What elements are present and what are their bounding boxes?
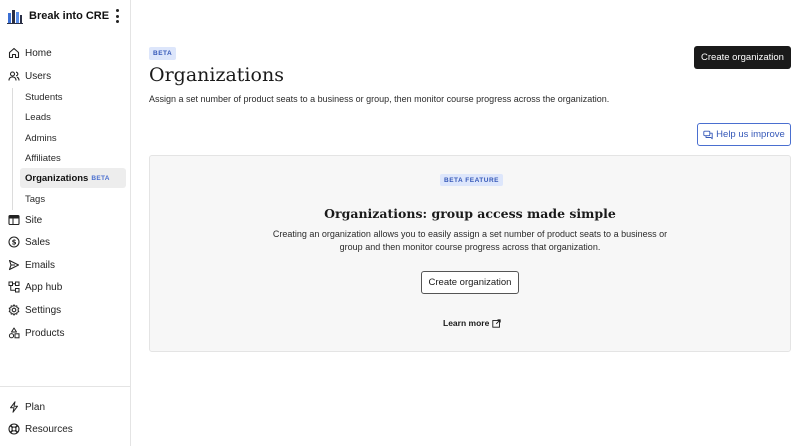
sidebar-subitem-label: Tags [25,193,46,205]
page-description: Assign a set number of product seats to … [149,94,610,104]
dollar-icon: $ [8,236,20,248]
shapes-icon [8,327,20,339]
sidebar-subitem-label: Leads [25,111,51,123]
learn-more-label: Learn more [443,318,490,328]
sidebar-subitem-affiliates[interactable]: Affiliates [20,148,126,168]
brand-name: Break into CRE [29,10,110,22]
help-us-improve-button[interactable]: Help us improve [697,123,791,146]
sidebar-subitem-students[interactable]: Students [20,87,126,107]
sidebar-subitem-label: Students [25,91,63,103]
send-icon [8,259,20,271]
building-logo-icon [7,8,23,24]
sidebar-item-label: Sales [25,236,51,248]
app-hub-icon [8,281,20,293]
sidebar-subitem-admins[interactable]: Admins [20,128,126,148]
sidebar: Break into CRE Home Users Students Leads… [0,0,131,446]
page-title: Organizations [149,64,284,86]
beta-mini-badge: BETA [91,174,110,182]
empty-state-description: Creating an organization allows you to e… [272,229,668,252]
sidebar-subitem-organizations[interactable]: Organizations BETA [20,168,126,188]
empty-state-create-organization-button[interactable]: Create organization [421,271,519,294]
users-icon [8,70,20,82]
sidebar-item-home[interactable]: Home [4,43,126,63]
sidebar-item-sales[interactable]: $ Sales [4,232,126,252]
sidebar-item-resources[interactable]: Resources [4,419,126,439]
kebab-menu-icon[interactable] [111,9,123,23]
learn-more-link[interactable]: Learn more [443,318,501,328]
sidebar-item-site[interactable]: Site [4,210,126,230]
sidebar-divider [0,386,130,387]
site-icon [8,214,20,226]
sidebar-subitem-label: Affiliates [25,152,61,164]
beta-feature-badge: BETA FEATURE [440,174,503,186]
sidebar-item-label: Home [25,47,52,59]
create-organization-button[interactable]: Create organization [694,46,791,69]
home-icon [8,47,20,59]
svg-text:$: $ [12,239,17,247]
external-link-icon [492,318,501,328]
sidebar-item-emails[interactable]: Emails [4,255,126,275]
sidebar-item-label: Settings [25,304,62,316]
sidebar-item-label: Emails [25,259,56,271]
sidebar-item-label: Products [25,327,65,339]
sidebar-item-label: Plan [25,401,46,413]
sidebar-item-app-hub[interactable]: App hub [4,277,126,297]
sidebar-subitem-tags[interactable]: Tags [20,189,126,209]
sidebar-item-label: Users [25,70,52,82]
sidebar-subitem-label: Organizations [25,172,89,184]
sidebar-item-users[interactable]: Users [4,66,126,86]
brand[interactable]: Break into CRE [7,6,125,26]
beta-badge: BETA [149,47,177,60]
lifebuoy-icon [8,423,20,435]
sidebar-item-label: Resources [25,423,73,435]
help-button-label: Help us improve [716,129,785,140]
sidebar-item-settings[interactable]: Settings [4,300,126,320]
submenu-guide-line [12,88,13,210]
chat-bubble-icon [703,130,713,140]
empty-state-title: Organizations: group access made simple [324,206,616,221]
sidebar-subitem-leads[interactable]: Leads [20,107,126,127]
sidebar-item-plan[interactable]: Plan [4,397,126,417]
bolt-icon [8,401,20,413]
sidebar-item-label: Site [25,214,43,226]
sidebar-item-label: App hub [25,281,63,293]
sidebar-item-products[interactable]: Products [4,323,126,343]
sidebar-subitem-label: Admins [25,132,57,144]
gear-icon [8,304,20,316]
